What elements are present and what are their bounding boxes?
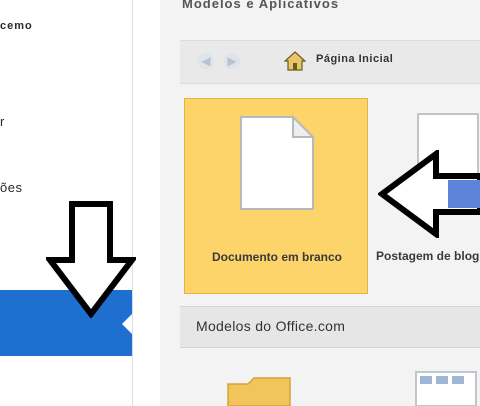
table-template-icon[interactable] — [406, 368, 480, 406]
template-navbar: ◀ ▶ Página Inicial — [180, 40, 480, 84]
template-label: Postagem de blog — [376, 249, 480, 263]
arrow-down-icon — [46, 201, 136, 318]
home-nav-label[interactable]: Página Inicial — [316, 53, 393, 65]
office-templates-label: Modelos do Office.com — [196, 318, 346, 334]
section-title: Modelos e Aplicativos — [182, 0, 340, 11]
office-templates-header[interactable]: Modelos do Office.com — [180, 306, 480, 348]
back-icon[interactable]: ◀ — [198, 53, 214, 69]
template-label: Documento em branco — [211, 250, 343, 264]
blank-document-icon — [240, 115, 316, 210]
sidebar-item-label[interactable]: r — [0, 114, 132, 129]
sidebar-item-label[interactable]: cemo — [0, 20, 132, 32]
office-template-row — [180, 356, 480, 406]
home-icon[interactable] — [284, 51, 306, 71]
arrow-left-icon — [378, 150, 480, 238]
template-blank-document[interactable]: Documento em branco — [184, 98, 368, 294]
sidebar-item-label[interactable]: ões — [0, 180, 132, 195]
folder-icon[interactable] — [224, 374, 294, 406]
forward-icon[interactable]: ▶ — [224, 53, 240, 69]
